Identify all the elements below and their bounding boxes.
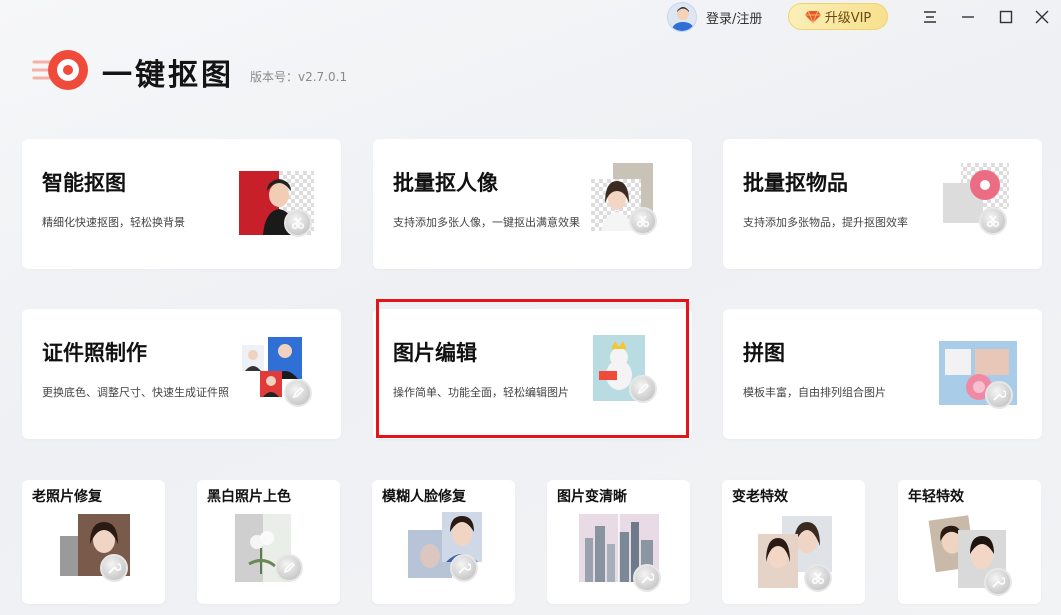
card-smart-cutout[interactable]: 智能抠图 精细化快速抠图，轻松换背景 bbox=[22, 139, 341, 269]
tool-title: 老照片修复 bbox=[32, 489, 102, 505]
card-title: 批量抠人像 bbox=[393, 171, 498, 195]
minimize-icon bbox=[962, 16, 974, 18]
tool-colorize[interactable]: 黑白照片上色 bbox=[197, 480, 340, 604]
card-description: 模板丰富，自由排列组合图片 bbox=[743, 386, 886, 399]
upgrade-vip-label: 升级VIP bbox=[824, 11, 872, 26]
card-image-edit[interactable]: 图片编辑 操作简单、功能全面，轻松编辑图片 bbox=[373, 309, 692, 439]
menu-icon bbox=[924, 11, 936, 23]
wrench-icon bbox=[985, 381, 1013, 409]
user-avatar[interactable] bbox=[667, 2, 697, 32]
menu-button[interactable] bbox=[917, 4, 943, 30]
maximize-button[interactable] bbox=[993, 4, 1019, 30]
card-collage[interactable]: 拼图 模板丰富，自由排列组合图片 bbox=[723, 309, 1042, 439]
close-icon bbox=[1035, 10, 1049, 24]
card-description: 操作简单、功能全面，轻松编辑图片 bbox=[393, 386, 569, 399]
card-title: 拼图 bbox=[743, 341, 785, 365]
card-batch-object[interactable]: 批量抠物品 支持添加多张物品，提升抠图效率 bbox=[723, 139, 1042, 269]
app-name: 一键抠图 bbox=[102, 58, 234, 93]
card-description: 支持添加多张物品，提升抠图效率 bbox=[743, 216, 908, 229]
card-description: 更换底色、调整尺寸、快速生成证件照 bbox=[42, 386, 229, 399]
minimize-button[interactable] bbox=[955, 4, 981, 30]
scissors-icon bbox=[979, 207, 1007, 235]
tool-aging-effect[interactable]: 变老特效 bbox=[722, 480, 865, 604]
pencil-icon bbox=[284, 379, 312, 407]
card-title: 图片编辑 bbox=[393, 341, 477, 365]
wrench-icon bbox=[633, 564, 661, 592]
tool-title: 模糊人脸修复 bbox=[382, 489, 466, 505]
scissors-icon bbox=[804, 564, 832, 592]
version-label: 版本号：v2.7.0.1 bbox=[250, 70, 348, 84]
wrench-icon bbox=[984, 568, 1012, 596]
wrench-icon bbox=[100, 554, 128, 582]
tool-title: 年轻特效 bbox=[908, 489, 964, 505]
brush-icon bbox=[275, 554, 303, 582]
card-description: 支持添加多张人像，一键抠出满意效果 bbox=[393, 216, 580, 229]
wrench-icon bbox=[450, 554, 478, 582]
scissors-icon bbox=[284, 209, 312, 237]
maximize-icon bbox=[999, 10, 1013, 24]
pencil-icon bbox=[629, 375, 657, 403]
card-title: 证件照制作 bbox=[42, 341, 147, 365]
card-title: 批量抠物品 bbox=[743, 171, 848, 195]
tool-title: 图片变清晰 bbox=[557, 489, 627, 505]
card-id-photo[interactable]: 证件照制作 更换底色、调整尺寸、快速生成证件照 bbox=[22, 309, 341, 439]
app-logo-icon bbox=[32, 50, 88, 90]
tool-title: 黑白照片上色 bbox=[207, 489, 291, 505]
title-bar: 登录/注册 升级VIP bbox=[0, 0, 1061, 34]
card-title: 智能抠图 bbox=[42, 171, 126, 195]
diamond-icon bbox=[804, 10, 821, 24]
card-batch-portrait[interactable]: 批量抠人像 支持添加多张人像，一键抠出满意效果 bbox=[373, 139, 692, 269]
scissors-icon bbox=[629, 207, 657, 235]
tool-image-sharpen[interactable]: 图片变清晰 bbox=[547, 480, 690, 604]
close-button[interactable] bbox=[1029, 4, 1055, 30]
user-avatar-icon bbox=[671, 7, 695, 31]
upgrade-vip-button[interactable]: 升级VIP bbox=[788, 3, 888, 30]
tool-face-repair[interactable]: 模糊人脸修复 bbox=[372, 480, 515, 604]
card-description: 精细化快速抠图，轻松换背景 bbox=[42, 216, 185, 229]
login-register-link[interactable]: 登录/注册 bbox=[706, 8, 762, 27]
tool-title: 变老特效 bbox=[732, 489, 788, 505]
tool-old-photo-repair[interactable]: 老照片修复 bbox=[22, 480, 165, 604]
tool-youth-effect[interactable]: 年轻特效 bbox=[898, 480, 1041, 604]
